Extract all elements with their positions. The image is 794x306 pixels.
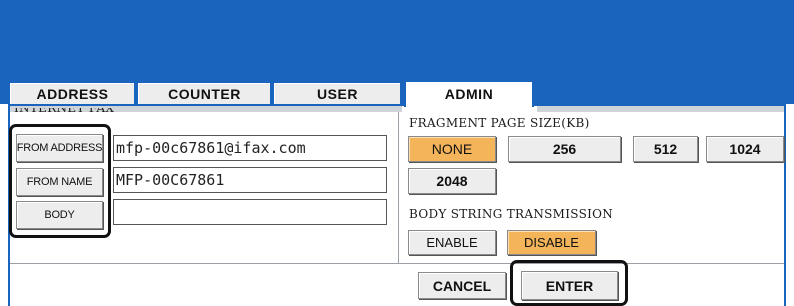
header-bar	[0, 0, 794, 80]
section-divider	[398, 112, 399, 263]
fragment-none-button[interactable]: NONE	[408, 136, 496, 162]
fragment-512-button[interactable]: 512	[633, 136, 698, 162]
fragment-1024-button[interactable]: 1024	[706, 136, 784, 162]
tab-user[interactable]: USER	[274, 83, 400, 104]
highlight-left-buttons	[9, 124, 111, 238]
fragment-size-label: FRAGMENT PAGE SIZE(KB)	[409, 116, 590, 130]
from-name-field[interactable]: MFP-00C67861	[113, 167, 387, 193]
fragment-256-button[interactable]: 256	[508, 136, 621, 162]
enable-button[interactable]: ENABLE	[408, 230, 496, 255]
fragment-2048-button[interactable]: 2048	[408, 168, 496, 194]
cancel-button[interactable]: CANCEL	[418, 272, 506, 299]
right-section-strip	[537, 106, 784, 112]
highlight-enter	[510, 260, 628, 306]
tab-counter[interactable]: COUNTER	[138, 83, 270, 104]
from-address-field[interactable]: mfp-00c67861@ifax.com	[113, 135, 387, 161]
body-string-label: BODY STRING TRANSMISSION	[409, 207, 614, 221]
internet-fax-label: INTERNET FAX	[14, 108, 115, 115]
tab-admin[interactable]: ADMIN	[404, 80, 534, 107]
tab-address[interactable]: ADDRESS	[10, 83, 134, 104]
body-field[interactable]	[113, 199, 387, 225]
disable-button[interactable]: DISABLE	[507, 230, 596, 255]
footer-divider	[10, 263, 784, 264]
